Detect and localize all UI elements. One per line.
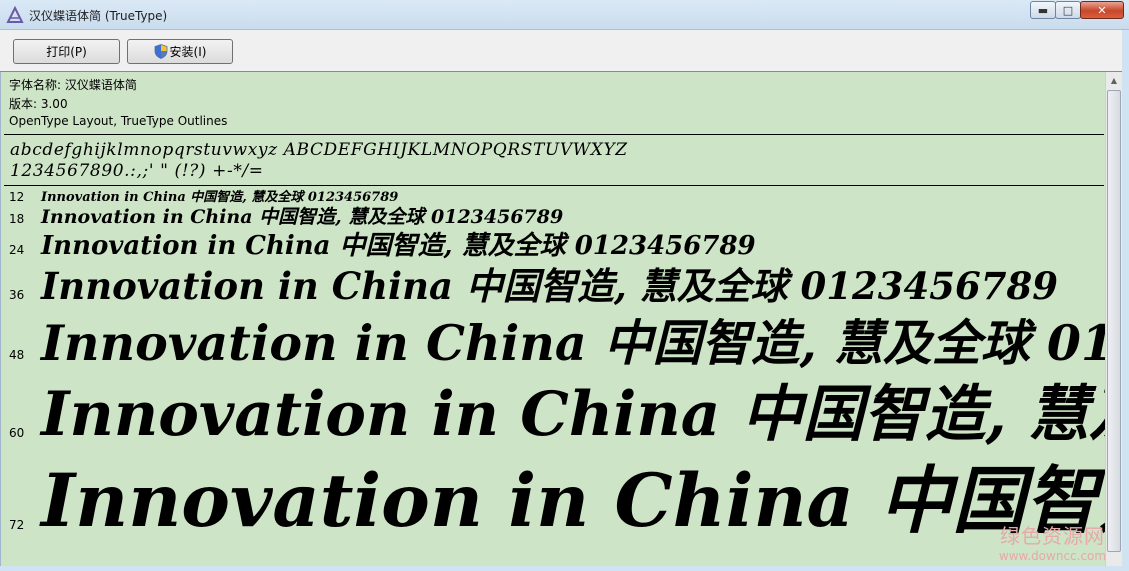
size-label-60: 60 bbox=[9, 426, 25, 440]
window-frame-bottom bbox=[0, 566, 1129, 571]
divider bbox=[4, 134, 1104, 135]
shield-icon bbox=[154, 44, 167, 59]
watermark-site-name: 绿色资源网 bbox=[1000, 524, 1105, 548]
scroll-up-arrow-icon[interactable]: ▲ bbox=[1106, 72, 1122, 89]
sample-60: Innovation in China 中国智造, 慧及全球 012345678… bbox=[41, 379, 1105, 450]
minimize-button[interactable]: ▬ bbox=[1030, 1, 1056, 19]
size-label-18: 18 bbox=[9, 212, 25, 226]
print-button-label: 打印(P) bbox=[46, 45, 87, 59]
install-button[interactable]: 安装(I) bbox=[127, 39, 233, 64]
print-button[interactable]: 打印(P) bbox=[13, 39, 120, 64]
sample-36: Innovation in China 中国智造, 慧及全球 012345678… bbox=[41, 264, 1058, 308]
size-label-72: 72 bbox=[9, 518, 25, 532]
toolbar: 打印(P) 安装(I) bbox=[0, 30, 1129, 72]
sample-48: Innovation in China 中国智造, 慧及全球 012345678… bbox=[41, 314, 1105, 372]
size-label-36: 36 bbox=[9, 288, 25, 302]
window-title: 汉仪蝶语体简 (TrueType) bbox=[29, 9, 168, 23]
font-name-line: 字体名称: 汉仪蝶语体简 bbox=[9, 78, 137, 92]
vertical-scrollbar[interactable]: ▲ bbox=[1105, 72, 1122, 566]
close-icon: ✕ bbox=[1097, 3, 1107, 17]
minimize-icon: ▬ bbox=[1037, 3, 1049, 17]
maximize-button[interactable]: □ bbox=[1055, 1, 1081, 19]
title-bar[interactable]: 汉仪蝶语体简 (TrueType) ▬ □ ✕ bbox=[0, 0, 1129, 30]
version-line: 版本: 3.00 bbox=[9, 97, 68, 111]
scroll-thumb[interactable] bbox=[1107, 90, 1121, 552]
window-controls: ▬ □ ✕ bbox=[1030, 1, 1124, 19]
watermark: 绿色资源网 www.downcc.com bbox=[990, 520, 1115, 564]
charset-digits-symbols: 1234567890.:,;' " (!?) +-*/= bbox=[10, 161, 264, 181]
font-preview-pane: 字体名称: 汉仪蝶语体简 版本: 3.00 OpenType Layout, T… bbox=[0, 72, 1105, 566]
watermark-url: www.downcc.com bbox=[998, 549, 1107, 563]
charset-lowercase-uppercase: abcdefghijklmnopqrstuvwxyz ABCDEFGHIJKLM… bbox=[10, 140, 628, 160]
size-label-48: 48 bbox=[9, 348, 25, 362]
divider bbox=[4, 185, 1104, 186]
window-frame-right bbox=[1122, 30, 1129, 571]
sample-24: Innovation in China 中国智造, 慧及全球 012345678… bbox=[41, 231, 756, 261]
sample-72: Innovation in China 中国智造, 慧及全球 012345678… bbox=[41, 458, 1105, 544]
sample-12: Innovation in China 中国智造, 慧及全球 012345678… bbox=[41, 190, 399, 205]
size-label-24: 24 bbox=[9, 243, 25, 257]
install-button-label: 安装(I) bbox=[169, 45, 207, 59]
close-button[interactable]: ✕ bbox=[1080, 1, 1124, 19]
size-label-12: 12 bbox=[9, 190, 25, 204]
font-type-line: OpenType Layout, TrueType Outlines bbox=[9, 114, 228, 128]
font-app-icon bbox=[6, 6, 24, 23]
sample-18: Innovation in China 中国智造, 慧及全球 012345678… bbox=[41, 206, 564, 228]
maximize-icon: □ bbox=[1062, 3, 1074, 17]
